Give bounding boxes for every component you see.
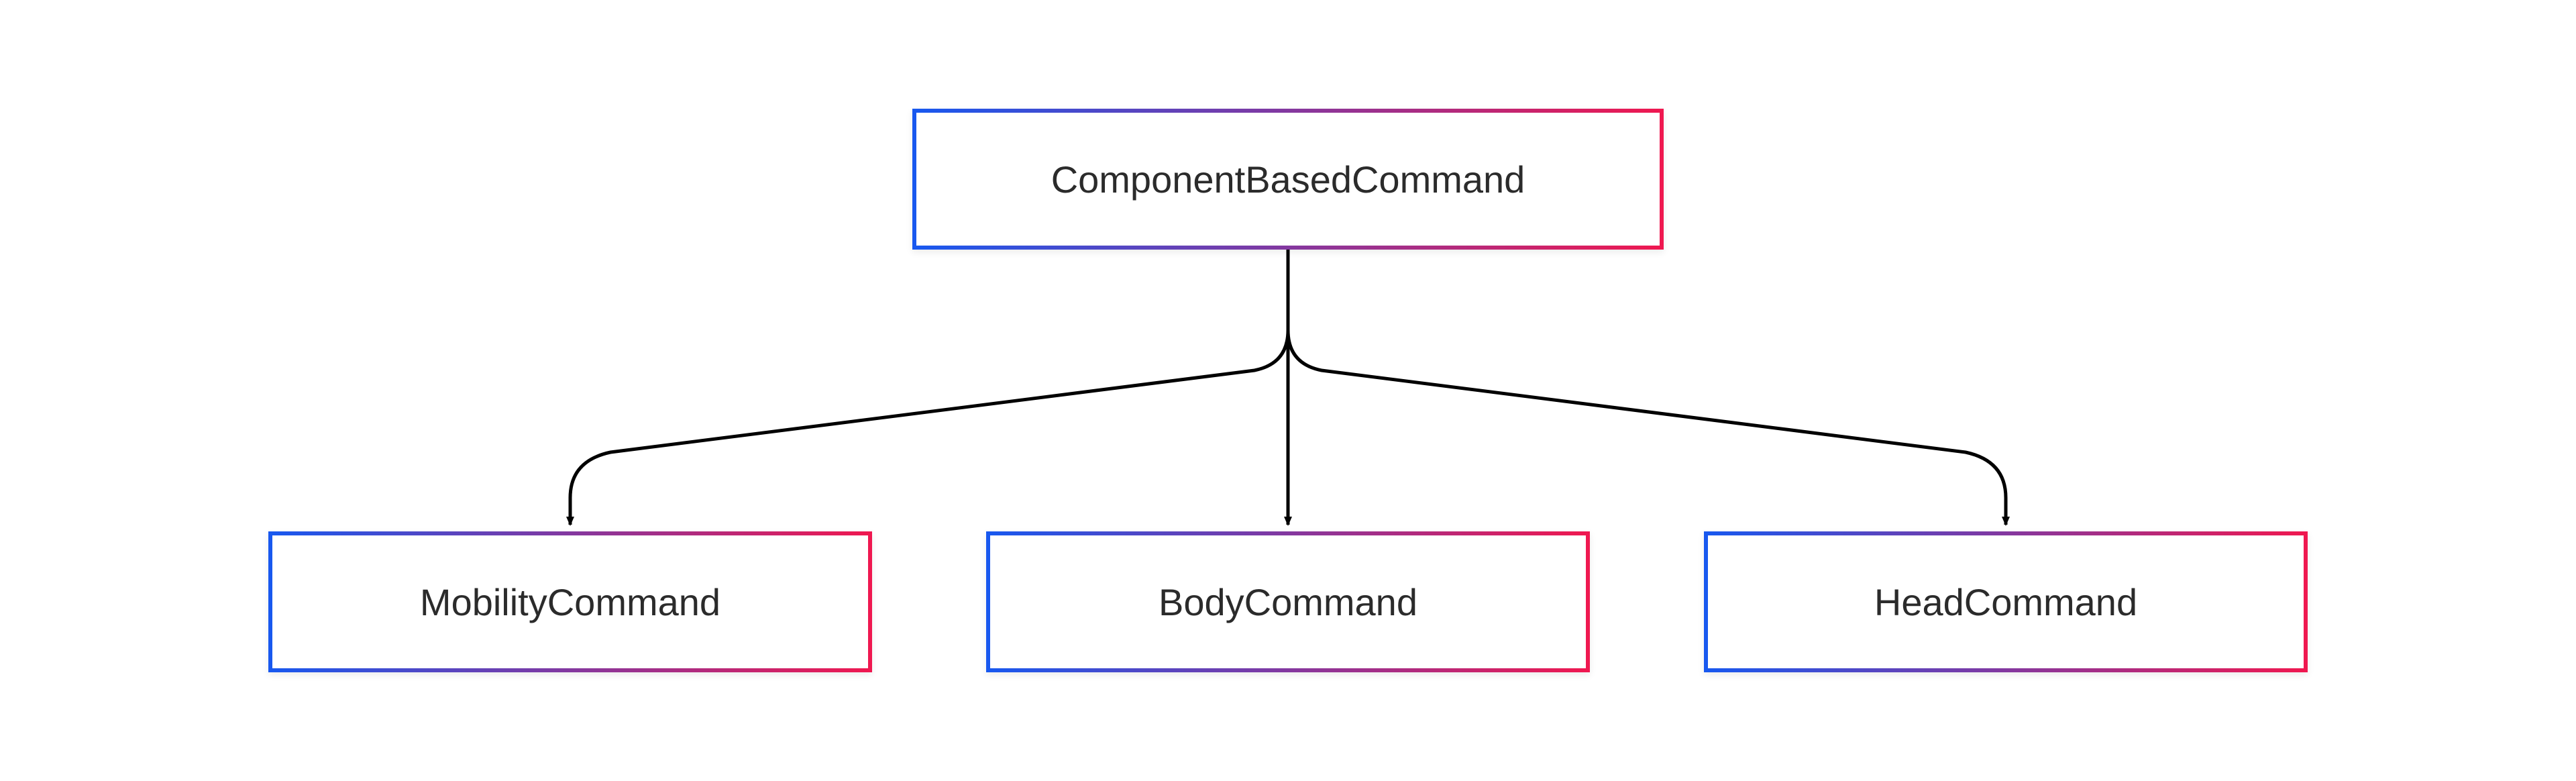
- edge-to-head: [1288, 250, 2006, 525]
- diagram-container: ComponentBasedCommand MobilityCommand Bo…: [248, 82, 2328, 699]
- node-root: ComponentBasedCommand: [912, 109, 1664, 250]
- edge-to-mobility: [570, 250, 1288, 525]
- node-head-label: HeadCommand: [1874, 580, 2137, 624]
- node-body: BodyCommand: [986, 531, 1590, 672]
- node-head: HeadCommand: [1704, 531, 2308, 672]
- node-mobility-label: MobilityCommand: [420, 580, 720, 624]
- node-root-label: ComponentBasedCommand: [1051, 158, 1525, 201]
- node-body-label: BodyCommand: [1159, 580, 1417, 624]
- node-mobility: MobilityCommand: [268, 531, 872, 672]
